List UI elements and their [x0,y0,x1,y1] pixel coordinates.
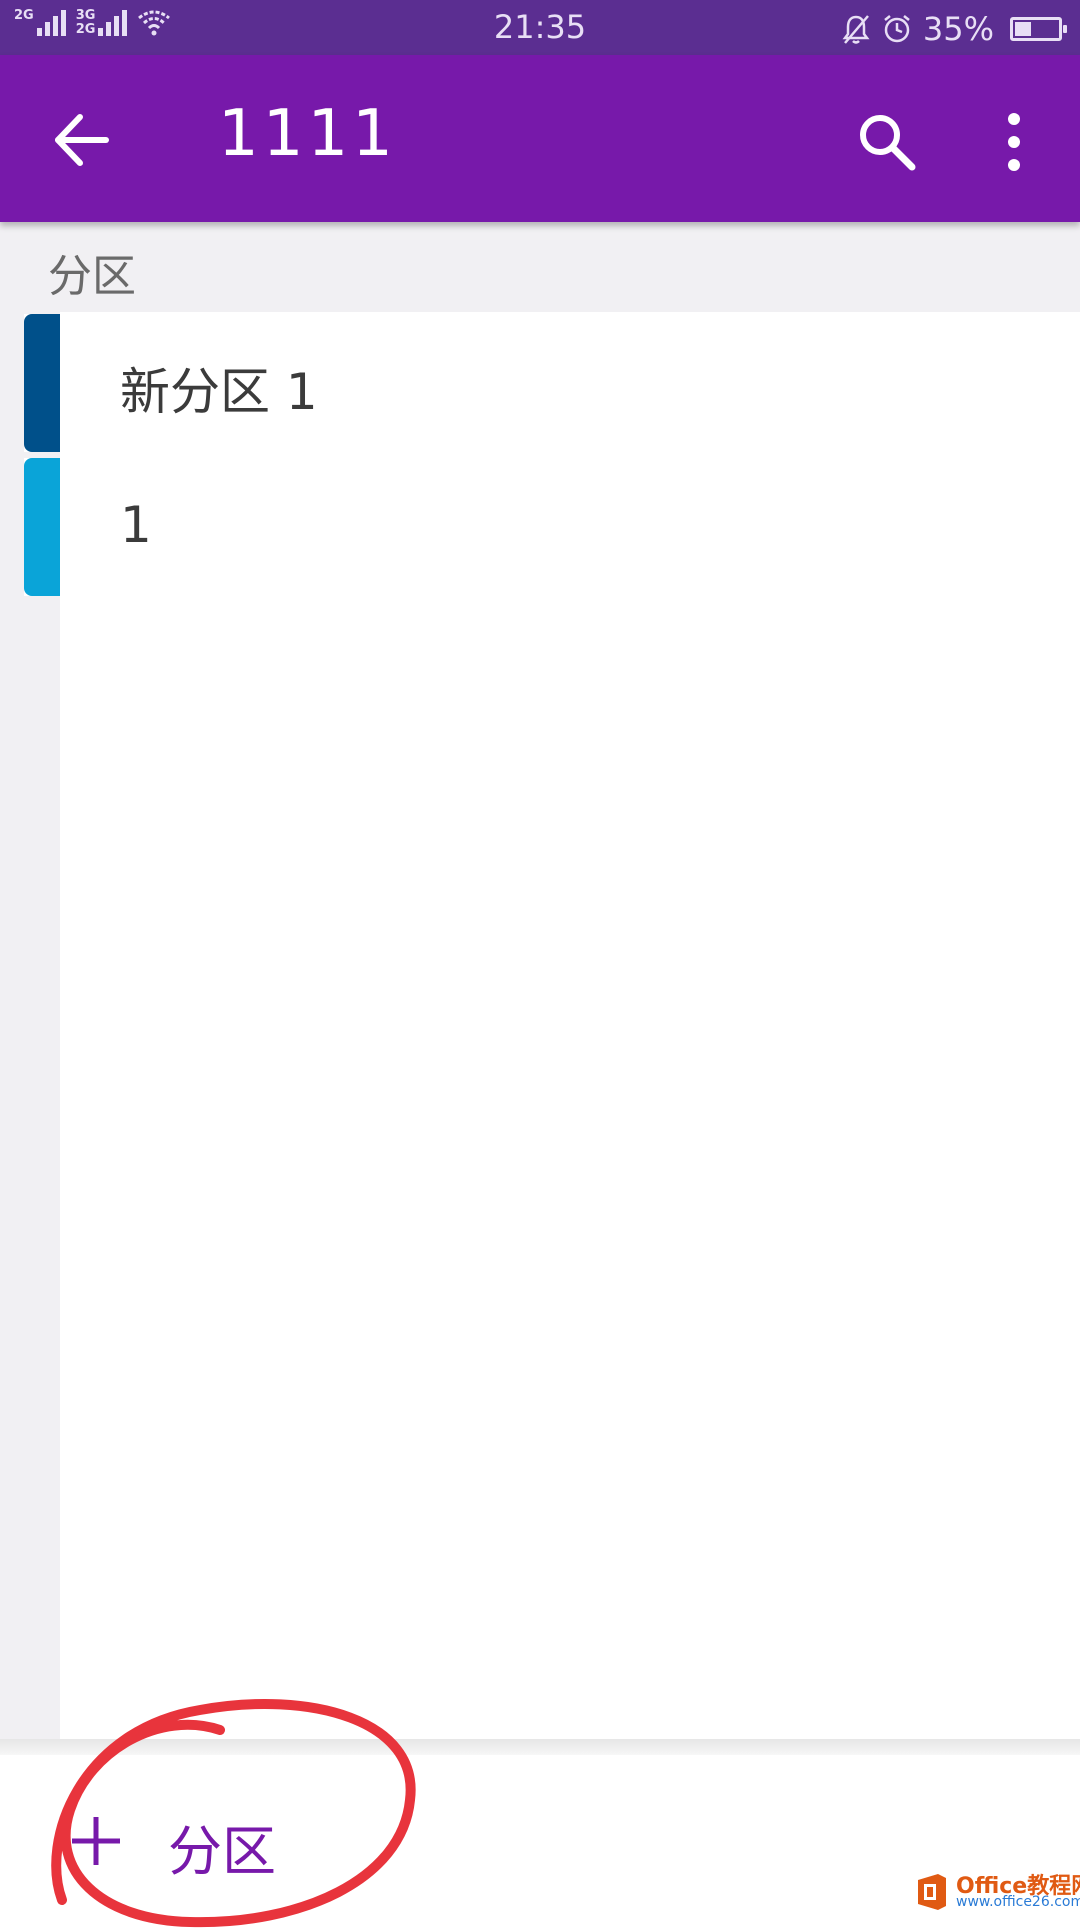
search-button[interactable] [852,107,922,177]
section-color-tab [24,314,60,452]
add-section-label: 分区 [168,1820,276,1883]
status-bar: 2G 3G 2G 21:35 35% [0,0,1080,55]
section-item[interactable]: 1 [24,458,1080,596]
bottom-divider [0,1739,1080,1755]
battery-fill [1015,22,1032,36]
mute-bell-icon [842,15,870,44]
add-section-button[interactable]: 分区 [50,1795,350,1895]
arrow-left-icon [55,114,109,166]
status-indicators: 35% [841,10,1067,48]
sections-header: 分区 [0,222,1080,312]
search-icon [860,115,916,171]
section-item-label: 新分区 1 [120,363,318,421]
alarm-icon [884,15,910,43]
plus-icon [72,1817,120,1865]
section-item[interactable]: 新分区 1 [24,314,1080,452]
notebook-title: 1111 [218,97,397,171]
watermark: Office教程网 www.office26.com [912,1868,1080,1916]
app-bar: 1111 [0,55,1080,222]
section-item-label: 1 [120,496,152,554]
section-color-tab [24,458,60,596]
battery-icon [1010,17,1067,41]
sections-header-label: 分区 [48,251,136,302]
battery-percent: 35% [922,10,994,48]
more-vert-icon [1008,113,1020,171]
back-button[interactable] [48,105,118,175]
watermark-url: www.office26.com [956,1894,1080,1910]
more-options-button[interactable] [990,107,1038,177]
office-logo-icon [918,1874,946,1910]
